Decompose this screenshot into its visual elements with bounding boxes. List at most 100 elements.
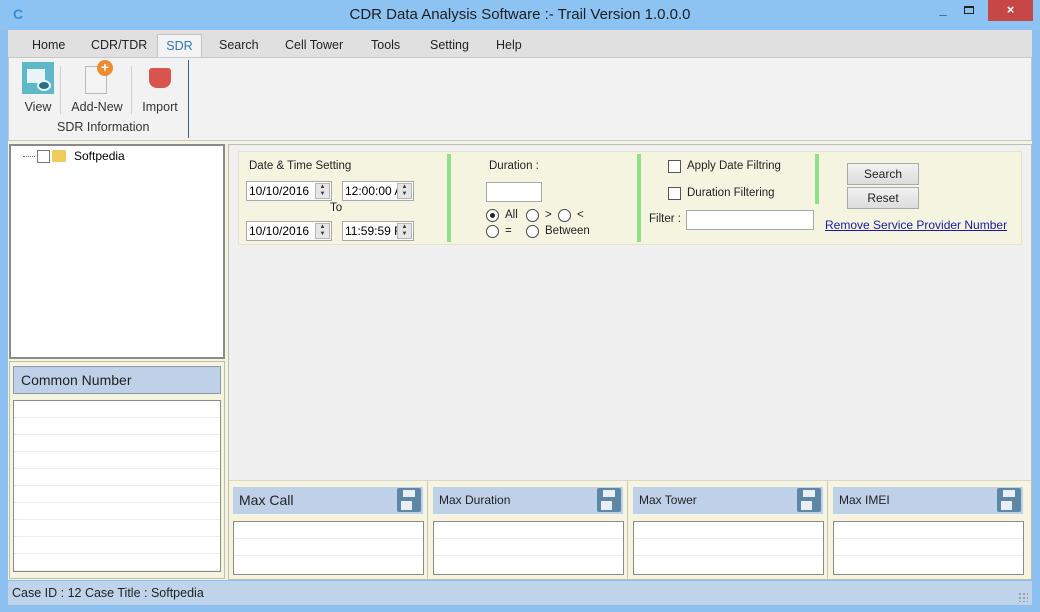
max-tower-header: Max Tower — [633, 487, 823, 514]
max-tower-panel: Max Tower — [629, 481, 828, 580]
tab-setting[interactable]: Setting — [424, 34, 475, 58]
maximize-button[interactable] — [956, 0, 982, 21]
tab-help[interactable]: Help — [490, 34, 528, 58]
max-imei-grid[interactable] — [833, 521, 1024, 575]
tab-search[interactable]: Search — [213, 34, 265, 58]
radio-greater-label: > — [545, 209, 552, 221]
to-time-picker[interactable]: 11:59:59 F ▲ ▼ — [342, 221, 414, 241]
minimize-button[interactable]: _ — [930, 0, 956, 21]
max-duration-panel: Max Duration — [429, 481, 628, 580]
add-new-label: Add-New — [71, 100, 123, 114]
tree-node-checkbox[interactable] — [37, 149, 50, 163]
main-pane: Date & Time Setting 10/10/2016 ▲ ▼ 12:00:… — [228, 144, 1032, 580]
tree-node-label: Softpedia — [74, 149, 125, 163]
radio-between-label: Between — [545, 225, 590, 237]
ribbon-separator — [131, 66, 132, 114]
folder-icon — [52, 150, 66, 162]
max-call-title: Max Call — [239, 492, 294, 508]
tab-home[interactable]: Home — [26, 34, 71, 58]
radio-equal[interactable] — [486, 225, 499, 238]
spin-updown-icon[interactable]: ▲ ▼ — [315, 223, 330, 239]
save-icon[interactable] — [597, 488, 621, 512]
view-icon — [22, 62, 54, 94]
max-imei-header: Max IMEI — [833, 487, 1023, 514]
import-icon — [144, 62, 176, 94]
status-text: Case ID : 12 Case Title : Softpedia — [12, 586, 204, 600]
radio-all-label: All — [505, 209, 518, 221]
import-button[interactable]: Import — [139, 62, 181, 114]
reset-button[interactable]: Reset — [847, 187, 919, 209]
tab-cell-tower[interactable]: Cell Tower — [279, 34, 349, 58]
close-button[interactable]: × — [988, 0, 1033, 21]
spin-updown-icon[interactable]: ▲ ▼ — [315, 183, 330, 199]
filter-panel: Date & Time Setting 10/10/2016 ▲ ▼ 12:00:… — [238, 151, 1022, 245]
max-call-panel: Max Call — [229, 481, 428, 580]
ribbon-group-label: SDR Information — [57, 120, 150, 134]
max-duration-title: Max Duration — [439, 493, 511, 507]
ribbon-separator — [60, 66, 61, 114]
radio-equal-label: = — [505, 225, 512, 237]
filter-label: Filter : — [649, 213, 681, 225]
menu-bar: Home CDR/TDR SDR Search Cell Tower Tools… — [8, 30, 1032, 58]
save-icon[interactable] — [797, 488, 821, 512]
case-tree[interactable]: Softpedia — [9, 144, 225, 359]
content-area: Softpedia Common Number Date & Time Sett… — [8, 141, 1032, 580]
ribbon-group-divider — [188, 60, 189, 138]
duration-input[interactable] — [486, 182, 542, 202]
import-label: Import — [142, 100, 178, 114]
maximize-icon — [964, 6, 974, 14]
remove-service-provider-link[interactable]: Remove Service Provider Number — [825, 218, 1007, 232]
tree-node[interactable]: Softpedia — [23, 149, 125, 163]
radio-between[interactable] — [526, 225, 539, 238]
duration-filter-checkbox[interactable] — [668, 187, 681, 200]
date-time-title: Date & Time Setting — [249, 160, 352, 172]
filter-input[interactable] — [686, 210, 814, 230]
add-new-button[interactable]: Add-New — [67, 60, 127, 114]
view-button[interactable]: View — [21, 62, 55, 114]
status-bar: Case ID : 12 Case Title : Softpedia — [8, 581, 1032, 605]
ribbon: View Add-New Import SDR Information — [8, 57, 1032, 141]
common-number-grid[interactable] — [13, 400, 221, 572]
common-number-panel: Common Number — [9, 361, 225, 579]
max-tower-title: Max Tower — [639, 493, 697, 507]
radio-less[interactable] — [558, 209, 571, 222]
max-duration-header: Max Duration — [433, 487, 623, 514]
from-time-value: 12:00:00 A — [345, 184, 403, 198]
search-button[interactable]: Search — [847, 163, 919, 185]
view-label: View — [24, 100, 52, 114]
add-new-icon — [81, 60, 113, 94]
radio-all[interactable] — [486, 209, 499, 222]
section-divider — [815, 154, 819, 204]
stats-row: Max Call Max Duration Max Tower Max IMEI — [229, 480, 1031, 580]
title-bar: C CDR Data Analysis Software :- Trail Ve… — [0, 0, 1040, 30]
from-date-picker[interactable]: 10/10/2016 ▲ ▼ — [246, 181, 332, 201]
section-divider — [447, 154, 451, 242]
from-time-picker[interactable]: 12:00:00 A ▲ ▼ — [342, 181, 414, 201]
to-date-value: 10/10/2016 — [249, 224, 310, 238]
section-divider — [637, 154, 641, 242]
save-icon[interactable] — [397, 488, 421, 512]
apply-date-filter-label: Apply Date Filtring — [687, 160, 781, 172]
max-duration-grid[interactable] — [433, 521, 624, 575]
to-date-picker[interactable]: 10/10/2016 ▲ ▼ — [246, 221, 332, 241]
radio-greater[interactable] — [526, 209, 539, 222]
tab-sdr[interactable]: SDR — [157, 34, 202, 58]
max-imei-panel: Max IMEI — [829, 481, 1028, 580]
radio-less-label: < — [577, 209, 584, 221]
duration-filter-label: Duration Filtering — [687, 187, 775, 199]
tab-tools[interactable]: Tools — [365, 34, 406, 58]
resize-grip-icon[interactable] — [1018, 592, 1028, 602]
max-tower-grid[interactable] — [633, 521, 824, 575]
spin-updown-icon[interactable]: ▲ ▼ — [397, 223, 412, 239]
spin-updown-icon[interactable]: ▲ ▼ — [397, 183, 412, 199]
window-title: CDR Data Analysis Software :- Trail Vers… — [349, 6, 691, 23]
apply-date-filter-checkbox[interactable] — [668, 160, 681, 173]
from-date-value: 10/10/2016 — [249, 184, 310, 198]
tab-cdr-tdr[interactable]: CDR/TDR — [85, 34, 153, 58]
max-call-grid[interactable] — [233, 521, 424, 575]
common-number-header: Common Number — [13, 366, 221, 394]
max-call-header: Max Call — [233, 487, 423, 514]
duration-label: Duration : — [489, 160, 539, 172]
to-label: To — [330, 202, 343, 214]
save-icon[interactable] — [997, 488, 1021, 512]
